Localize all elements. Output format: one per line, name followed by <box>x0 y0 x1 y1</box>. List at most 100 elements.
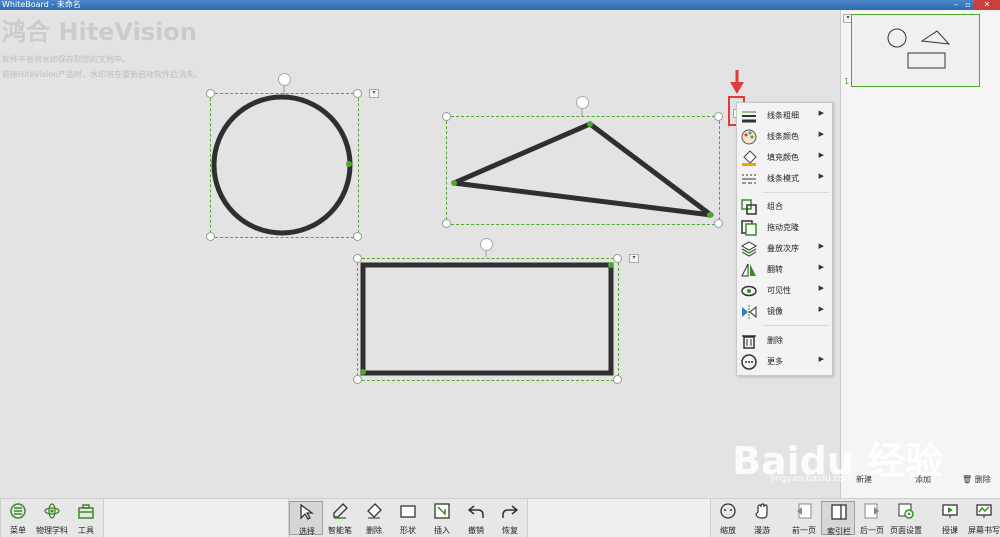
resize-handle[interactable] <box>206 232 215 241</box>
control-point[interactable] <box>707 212 713 218</box>
submenu-arrow-icon: ▶ <box>818 172 824 180</box>
eraser-button[interactable]: 删除 <box>357 501 391 535</box>
menu-item-stack-order[interactable]: 叠放次序 ▶ <box>737 239 832 259</box>
resize-handle[interactable] <box>442 112 451 121</box>
menu-item-label: 镜像 <box>767 307 783 316</box>
teach-button[interactable]: 授课 <box>933 501 967 535</box>
toolbar-label: 物理学科 <box>36 526 68 535</box>
menu-item-drag-clone[interactable]: 拖动克隆 <box>737 218 832 238</box>
menu-item-label: 组合 <box>767 202 783 211</box>
control-point[interactable] <box>587 121 593 127</box>
smart-pen-button[interactable]: 智能笔 <box>323 501 357 535</box>
menu-item-flip[interactable]: 翻转 ▶ <box>737 260 832 280</box>
resize-handle[interactable] <box>714 219 723 228</box>
menu-item-delete[interactable]: 删除 <box>737 331 832 351</box>
resize-handle[interactable] <box>353 232 362 241</box>
resize-handle[interactable] <box>714 112 723 121</box>
toolbar-label: 后一页 <box>860 526 884 535</box>
undo-button[interactable]: 撤销 <box>459 501 493 535</box>
thumbnail-preview <box>887 28 951 69</box>
resize-handle[interactable] <box>353 89 362 98</box>
menu-item-label: 删除 <box>767 336 783 345</box>
menu-item-label: 线条颜色 <box>767 132 799 141</box>
resize-handle[interactable] <box>613 254 622 263</box>
physics-subject-button[interactable]: 物理学科 <box>35 501 69 535</box>
menu-item-mirror[interactable]: 镜像 ▶ <box>737 302 832 322</box>
zoom-icon <box>720 503 736 519</box>
submenu-arrow-icon: ▶ <box>818 151 824 159</box>
menu-item-label: 更多 <box>767 357 783 366</box>
toolbar-label: 授课 <box>942 526 958 535</box>
hand-icon <box>755 503 768 519</box>
menu-item-visibility[interactable]: 可见性 ▶ <box>737 281 832 301</box>
triangle-selection-box <box>446 116 720 225</box>
resize-handle[interactable] <box>442 219 451 228</box>
previous-page-button[interactable]: 前一页 <box>787 501 821 535</box>
rotate-handle[interactable] <box>480 238 493 251</box>
zoom-button[interactable]: 缩放 <box>711 501 745 535</box>
submenu-arrow-icon: ▶ <box>818 355 824 363</box>
menu-item-line-width[interactable]: 线条粗细 ▶ <box>737 106 832 126</box>
flip-icon <box>741 263 756 277</box>
chevron-down-icon[interactable]: ▾ <box>629 254 639 263</box>
page-settings-button[interactable]: 页面设置 <box>889 501 923 535</box>
menu-item-fill-color[interactable]: 填充颜色 ▶ <box>737 148 832 168</box>
index-bar-button[interactable]: 索引栏 <box>821 501 855 536</box>
bottom-toolbar: 菜单 物理学科 工具 选择 智能笔 删除 形状 插入 撤销 恢复 缩放 漫游 前… <box>0 498 1000 537</box>
layers-icon <box>741 241 757 257</box>
context-menu: 线条粗细 ▶ 线条颜色 ▶ 填充颜色 ▶ 线条模式 ▶ 组合 拖动克隆 叠放次序… <box>736 102 833 376</box>
control-point[interactable] <box>360 369 366 375</box>
insert-icon <box>434 503 450 519</box>
rotate-handle[interactable] <box>278 73 291 86</box>
control-point[interactable] <box>608 262 614 268</box>
cursor-arrow-icon <box>300 504 314 520</box>
gear-icon <box>898 503 914 519</box>
toolbox-icon <box>78 504 94 519</box>
toolbar-label: 漫游 <box>754 526 770 535</box>
submenu-arrow-icon: ▶ <box>818 242 824 250</box>
menu-item-more[interactable]: 更多 ▶ <box>737 352 832 372</box>
rectangle-selection-box <box>357 258 619 381</box>
screen-write-icon <box>976 504 992 518</box>
delete-page-button[interactable]: 🗑 删除 <box>962 474 991 485</box>
more-icon <box>741 354 757 370</box>
toolbar-label: 页面设置 <box>890 526 922 535</box>
previous-page-icon <box>797 503 812 519</box>
toolbar-label: 智能笔 <box>328 526 352 535</box>
menu-button[interactable]: 菜单 <box>1 501 35 535</box>
page-number: 1 <box>844 77 850 86</box>
toolbar-group-center: 选择 智能笔 删除 形状 插入 撤销 恢复 <box>288 499 528 537</box>
screen-write-button[interactable]: 屏幕书写 <box>967 501 1000 535</box>
toolbar-label: 形状 <box>400 526 416 535</box>
menu-item-line-style[interactable]: 线条模式 ▶ <box>737 169 832 189</box>
menu-item-group[interactable]: 组合 <box>737 197 832 217</box>
resize-handle[interactable] <box>206 89 215 98</box>
redo-button[interactable]: 恢复 <box>493 501 527 535</box>
menu-separator <box>763 192 829 193</box>
rectangle-icon <box>400 505 416 518</box>
toolbar-label: 撤销 <box>468 526 484 535</box>
eraser-icon <box>367 503 382 519</box>
shape-button[interactable]: 形状 <box>391 501 425 535</box>
resize-handle[interactable] <box>353 254 362 263</box>
chevron-down-icon[interactable]: ▾ <box>369 89 379 98</box>
control-point[interactable] <box>346 161 352 167</box>
physics-icon <box>44 503 60 519</box>
eye-icon <box>741 285 757 297</box>
submenu-arrow-icon: ▶ <box>818 109 824 117</box>
resize-handle[interactable] <box>353 375 362 384</box>
tools-button[interactable]: 工具 <box>69 501 103 535</box>
insert-button[interactable]: 插入 <box>425 501 459 535</box>
resize-handle[interactable] <box>613 375 622 384</box>
select-tool-button[interactable]: 选择 <box>289 501 323 536</box>
menu-item-label: 可见性 <box>767 286 791 295</box>
roam-button[interactable]: 漫游 <box>745 501 779 535</box>
line-style-icon <box>742 174 756 184</box>
toolbar-label: 缩放 <box>720 526 736 535</box>
menu-item-line-color[interactable]: 线条颜色 ▶ <box>737 127 832 147</box>
paint-bucket-icon <box>742 150 757 166</box>
next-page-button[interactable]: 后一页 <box>855 501 889 535</box>
rotate-handle[interactable] <box>576 96 589 109</box>
page-thumbnail[interactable] <box>851 14 980 87</box>
control-point[interactable] <box>451 180 457 186</box>
